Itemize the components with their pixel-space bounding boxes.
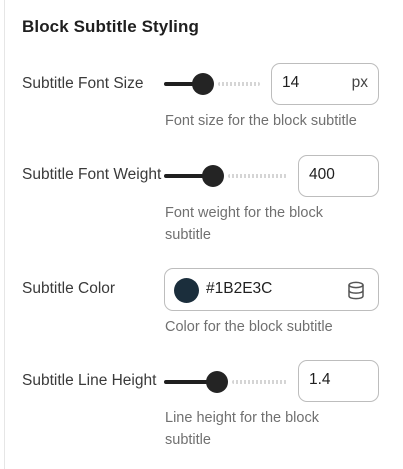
line-height-input[interactable]: 1.4 xyxy=(298,360,379,402)
database-icon[interactable] xyxy=(347,281,365,300)
font-size-label: Subtitle Font Size xyxy=(22,75,144,92)
font-size-help: Font size for the block subtitle xyxy=(165,113,357,129)
panel-left-border xyxy=(4,0,5,469)
line-height-label: Subtitle Line Height xyxy=(22,372,157,389)
font-weight-label: Subtitle Font Weight xyxy=(22,166,162,183)
line-height-help: Line height for the block subtitle xyxy=(165,410,319,448)
color-label: Subtitle Color xyxy=(22,280,116,297)
color-swatch[interactable] xyxy=(174,278,199,303)
slider-thumb[interactable] xyxy=(192,73,214,95)
slider-track xyxy=(232,380,287,384)
font-weight-value: 400 xyxy=(309,166,335,183)
font-size-unit: px xyxy=(351,74,368,91)
slider-thumb[interactable] xyxy=(206,371,228,393)
font-size-slider[interactable] xyxy=(164,72,260,96)
font-weight-help: Font weight for the block subtitle xyxy=(165,205,323,243)
font-size-value: 14 xyxy=(282,74,300,91)
font-weight-slider[interactable] xyxy=(164,164,287,188)
font-size-input[interactable]: 14 px xyxy=(271,63,379,105)
color-help: Color for the block subtitle xyxy=(165,319,333,335)
section-title: Block Subtitle Styling xyxy=(22,17,199,36)
color-input[interactable]: #1B2E3C xyxy=(164,268,379,311)
slider-track xyxy=(218,82,260,86)
slider-thumb[interactable] xyxy=(202,165,224,187)
slider-track xyxy=(228,174,287,178)
color-hex-value: #1B2E3C xyxy=(206,280,273,297)
line-height-slider[interactable] xyxy=(164,370,287,394)
line-height-value: 1.4 xyxy=(309,371,331,388)
font-weight-input[interactable]: 400 xyxy=(298,155,379,197)
